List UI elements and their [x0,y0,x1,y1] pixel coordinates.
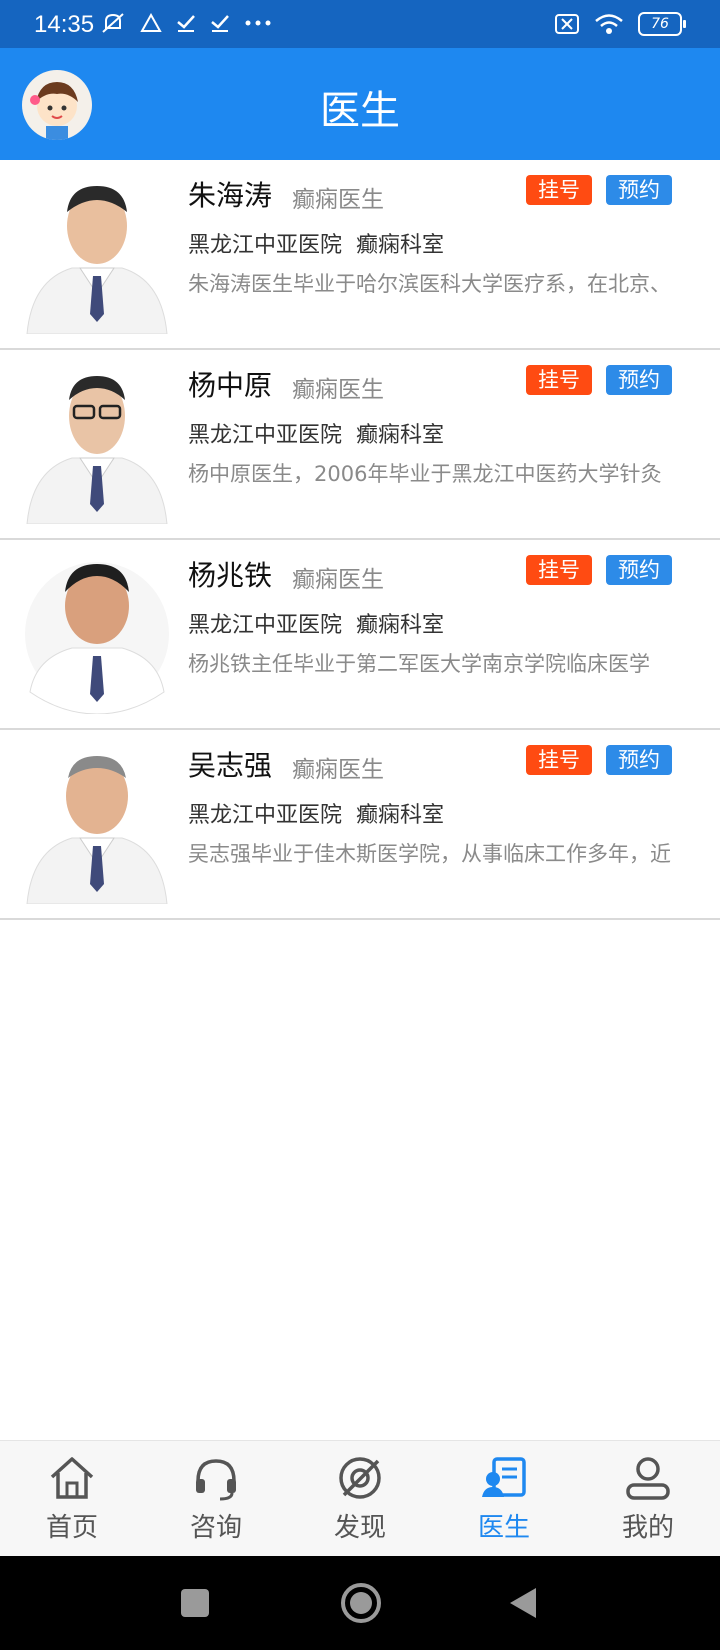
register-button[interactable]: 挂号 [526,745,592,775]
doctor-title: 癫痫医生 [292,757,384,783]
doctor-icon [482,1457,526,1497]
hospital-name: 黑龙江中亚医院 [188,233,343,258]
doctor-name: 朱海涛 [188,179,273,212]
doctor-title: 癫痫医生 [292,187,384,213]
recent-apps-icon[interactable] [180,1588,210,1618]
user-icon [626,1457,670,1500]
department-name: 癫痫科室 [356,233,445,258]
list-item[interactable]: 杨中原 癫痫医生 挂号 预约 黑龙江中亚医院 癫痫科室 杨中原医生，2006年毕… [0,350,720,540]
doctor-photo [22,172,172,334]
discover-icon [339,1457,381,1499]
register-button[interactable]: 挂号 [526,175,592,205]
page-title: 医生 [320,88,400,134]
wifi-icon [595,14,623,34]
hospital-name: 黑龙江中亚医院 [188,803,343,828]
book-button[interactable]: 预约 [606,365,672,395]
sim-off-icon [555,14,579,34]
doctor-photo [22,362,172,524]
home-icon [50,1457,94,1499]
battery-icon: 76 [638,12,686,36]
back-icon[interactable] [508,1586,538,1620]
doctor-name: 吴志强 [188,749,273,782]
tab-consult[interactable]: 咨询 [166,1455,266,1544]
home-button-icon[interactable] [340,1582,382,1624]
headset-icon [196,1459,236,1501]
tab-doctor[interactable]: 医生 [454,1455,554,1544]
doctor-description: 杨兆铁主任毕业于第二军医大学南京学院临床医学 [188,652,650,676]
status-time: 14:35 [34,11,95,38]
list-item[interactable]: 吴志强 癫痫医生 挂号 预约 黑龙江中亚医院 癫痫科室 吴志强毕业于佳木斯医学院… [0,730,720,920]
tab-label: 咨询 [189,1513,242,1543]
bottom-tab-bar: 首页 咨询 发现 医生 我的 [0,1440,720,1557]
doctor-hospital: 黑龙江中亚医院 癫痫科室 [188,607,444,639]
register-button[interactable]: 挂号 [526,365,592,395]
department-name: 癫痫科室 [356,803,445,828]
doctor-name: 杨兆铁 [188,559,273,592]
book-button[interactable]: 预约 [606,555,672,585]
doctor-hospital: 黑龙江中亚医院 癫痫科室 [188,227,444,259]
doctor-hospital: 黑龙江中亚医院 癫痫科室 [188,417,444,449]
list-item[interactable]: 朱海涛 癫痫医生 挂号 预约 黑龙江中亚医院 癫痫科室 朱海涛医生毕业于哈尔滨医… [0,160,720,350]
system-nav-bar [0,1556,720,1650]
doctor-description: 杨中原医生，2006年毕业于黑龙江中医药大学针灸 [188,462,662,486]
check-icon [211,15,229,32]
doctor-title: 癫痫医生 [292,377,384,403]
tab-discover[interactable]: 发现 [310,1455,410,1544]
doctor-title: 癫痫医生 [292,567,384,593]
check-icon [177,15,195,32]
tab-mine[interactable]: 我的 [598,1455,698,1544]
list-item[interactable]: 杨兆铁 癫痫医生 挂号 预约 黑龙江中亚医院 癫痫科室 杨兆铁主任毕业于第二军医… [0,540,720,730]
book-button[interactable]: 预约 [606,745,672,775]
doctor-name: 杨中原 [188,369,273,402]
doctor-photo [22,742,172,904]
tab-label: 发现 [333,1513,386,1543]
doctor-description: 朱海涛医生毕业于哈尔滨医科大学医疗系，在北京、 [188,272,671,296]
book-button[interactable]: 预约 [606,175,672,205]
tab-home[interactable]: 首页 [22,1455,122,1544]
department-name: 癫痫科室 [356,423,445,448]
hospital-name: 黑龙江中亚医院 [188,613,343,638]
doctor-list: 朱海涛 癫痫医生 挂号 预约 黑龙江中亚医院 癫痫科室 朱海涛医生毕业于哈尔滨医… [0,160,720,920]
status-bar: 14:35 76 [0,0,720,48]
tab-label: 医生 [477,1513,530,1543]
warning-icon [140,13,162,32]
hospital-name: 黑龙江中亚医院 [188,423,343,448]
doctor-hospital: 黑龙江中亚医院 癫痫科室 [188,797,444,829]
mute-icon [102,13,124,33]
register-button[interactable]: 挂号 [526,555,592,585]
tab-label: 我的 [621,1513,674,1543]
more-icon [245,20,271,26]
doctor-photo [22,552,172,714]
app-bar: 医生 [0,48,720,160]
tab-label: 首页 [45,1513,98,1543]
department-name: 癫痫科室 [356,613,445,638]
doctor-description: 吴志强毕业于佳木斯医学院，从事临床工作多年，近 [188,842,671,866]
